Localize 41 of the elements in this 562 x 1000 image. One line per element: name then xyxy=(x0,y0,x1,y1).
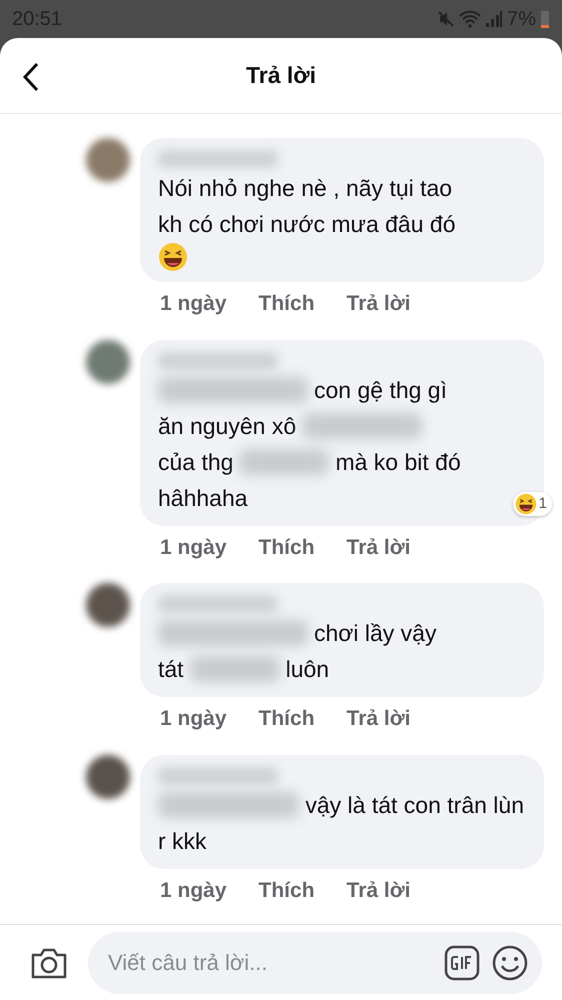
comment-text: vậy là tát con trân lùn xyxy=(305,790,524,820)
wifi-icon xyxy=(459,10,482,28)
avatar[interactable] xyxy=(86,583,130,627)
reply-button[interactable]: Trả lời xyxy=(346,532,410,563)
comment-text: r kkk xyxy=(158,826,207,856)
reaction-badge[interactable]: 1 xyxy=(512,492,552,516)
signal-icon xyxy=(485,10,504,28)
reply-bar[interactable]: Viết câu trả lời... xyxy=(88,932,542,994)
comment-time: 1 ngày xyxy=(160,534,227,560)
reply-field[interactable]: Viết câu trả lời... xyxy=(106,945,432,980)
comment-text: của thg xyxy=(158,448,234,477)
like-button[interactable]: Thích xyxy=(258,532,315,563)
back-button[interactable] xyxy=(22,62,40,92)
comment-text: hâhhaha xyxy=(158,484,248,512)
battery-icon xyxy=(540,9,550,29)
avatar[interactable] xyxy=(86,138,130,182)
comment-text: luôn xyxy=(286,655,330,684)
comment-text: tát xyxy=(158,655,184,684)
like-button[interactable]: Thích xyxy=(258,874,315,906)
comment-time: 1 ngày xyxy=(160,291,227,317)
like-button[interactable]: Thích xyxy=(258,703,315,734)
laughing-emoji-icon xyxy=(158,242,188,272)
comment-text: kh có chơi nước mưa đâu đó xyxy=(158,210,456,239)
comment-text: Nói nhỏ nghe nè , nãy tụi tao xyxy=(158,174,452,203)
reply-button[interactable]: Trả lời xyxy=(346,288,410,320)
emoji-icon[interactable] xyxy=(492,944,528,980)
comment-text: ăn nguyên xô xyxy=(158,412,296,441)
comment-time: 1 ngày xyxy=(160,878,227,904)
mute-icon xyxy=(437,10,456,28)
comment-time: 1 ngày xyxy=(160,706,227,732)
avatar[interactable] xyxy=(86,754,130,798)
avatar[interactable] xyxy=(86,340,130,384)
like-button[interactable]: Thích xyxy=(258,288,315,320)
gif-icon[interactable] xyxy=(444,944,480,980)
page-title: Trả lời xyxy=(246,61,316,90)
reply-button[interactable]: Trả lời xyxy=(346,703,410,734)
laughing-reaction-icon xyxy=(514,492,537,514)
comment-text: con gệ thg gì xyxy=(314,376,447,405)
comment-text: chơi lầy vậy xyxy=(314,619,436,648)
comment-text: mà ko bit đó xyxy=(335,448,461,476)
reply-button[interactable]: Trả lời xyxy=(346,874,410,906)
